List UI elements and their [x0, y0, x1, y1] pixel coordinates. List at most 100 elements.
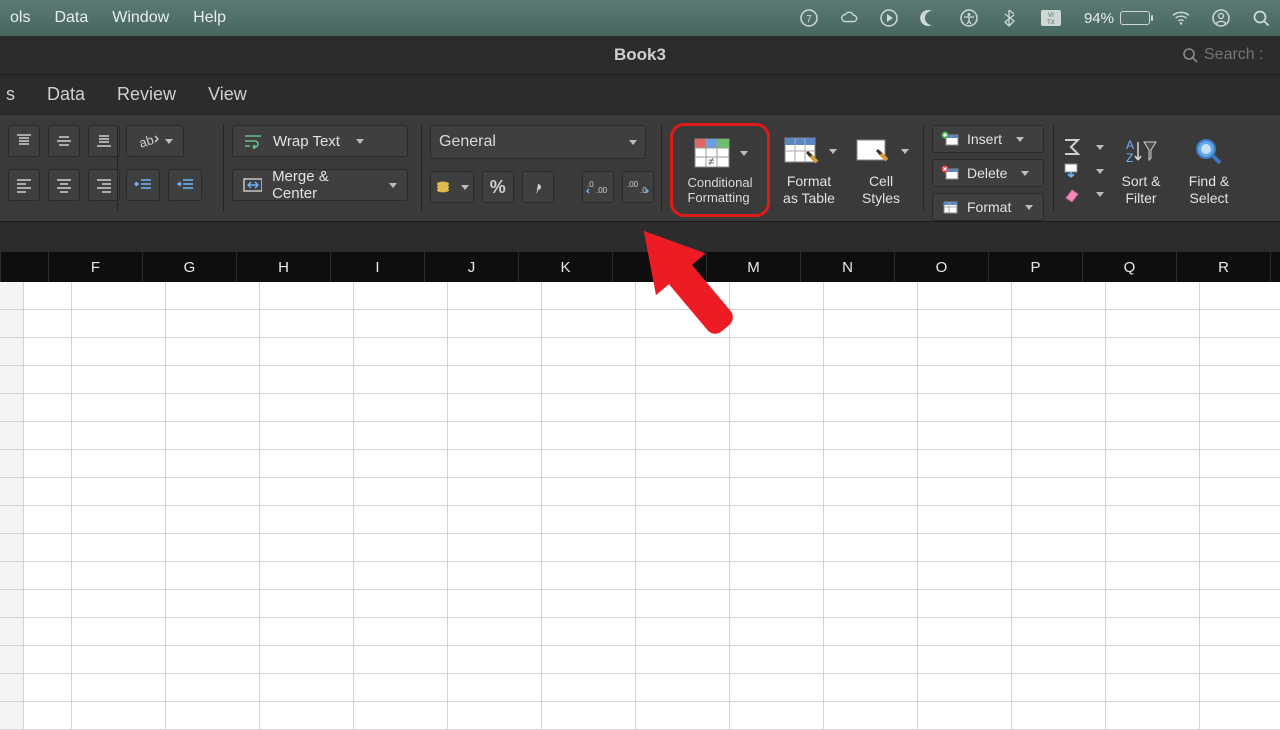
cell[interactable] — [260, 646, 354, 673]
play-icon[interactable] — [880, 9, 898, 27]
cell[interactable] — [260, 562, 354, 589]
align-middle-button[interactable] — [48, 125, 80, 157]
column-header[interactable]: H — [237, 252, 331, 282]
cell[interactable] — [448, 506, 542, 533]
cell[interactable] — [166, 394, 260, 421]
cell[interactable] — [636, 646, 730, 673]
cell[interactable] — [1012, 674, 1106, 701]
percent-button[interactable]: % — [482, 171, 514, 203]
cell[interactable] — [1106, 394, 1200, 421]
cell[interactable] — [260, 310, 354, 337]
cell[interactable] — [354, 338, 448, 365]
tab-partial[interactable]: s — [4, 80, 17, 109]
cell[interactable] — [636, 562, 730, 589]
cell[interactable] — [636, 534, 730, 561]
cell[interactable] — [72, 702, 166, 729]
cell[interactable] — [918, 282, 1012, 309]
fill-button[interactable] — [1062, 162, 1104, 180]
cell[interactable] — [166, 310, 260, 337]
cell[interactable] — [636, 478, 730, 505]
cell[interactable] — [1106, 702, 1200, 729]
cell[interactable] — [72, 450, 166, 477]
ribbon-search[interactable] — [1168, 36, 1280, 74]
spreadsheet-grid[interactable] — [0, 282, 1280, 720]
cell[interactable] — [636, 702, 730, 729]
cell[interactable] — [542, 338, 636, 365]
column-header[interactable]: S — [1271, 252, 1280, 282]
find-select-button[interactable]: Find &Select — [1178, 123, 1240, 217]
cell[interactable] — [260, 702, 354, 729]
cell[interactable] — [354, 310, 448, 337]
merge-center-button[interactable]: Merge & Center — [232, 169, 408, 201]
cell[interactable] — [636, 338, 730, 365]
column-header-partial[interactable] — [1, 252, 49, 282]
cell[interactable] — [1106, 534, 1200, 561]
column-header[interactable]: I — [331, 252, 425, 282]
cell[interactable] — [166, 702, 260, 729]
cell[interactable] — [1200, 478, 1280, 505]
cell[interactable] — [1200, 702, 1280, 729]
increase-decimal-button[interactable]: .0.00 — [582, 171, 614, 203]
cell[interactable] — [542, 450, 636, 477]
cell[interactable] — [918, 646, 1012, 673]
cell[interactable] — [1200, 366, 1280, 393]
cell[interactable] — [166, 282, 260, 309]
accessibility-icon[interactable] — [960, 9, 978, 27]
cell[interactable] — [730, 618, 824, 645]
cell[interactable] — [260, 618, 354, 645]
cell[interactable] — [542, 562, 636, 589]
cell[interactable] — [354, 590, 448, 617]
cell[interactable] — [542, 366, 636, 393]
cell[interactable] — [1106, 478, 1200, 505]
cell[interactable] — [1012, 478, 1106, 505]
cell[interactable] — [1200, 534, 1280, 561]
cell[interactable] — [448, 674, 542, 701]
cell[interactable] — [824, 534, 918, 561]
align-right-button[interactable] — [88, 169, 120, 201]
cell[interactable] — [824, 590, 918, 617]
cell[interactable] — [542, 394, 636, 421]
cell[interactable] — [730, 702, 824, 729]
cell[interactable] — [166, 422, 260, 449]
battery-status[interactable]: 94% — [1084, 10, 1150, 27]
column-header[interactable]: K — [519, 252, 613, 282]
cell[interactable] — [542, 478, 636, 505]
cell[interactable] — [1012, 590, 1106, 617]
align-center-button[interactable] — [48, 169, 80, 201]
cell[interactable] — [918, 450, 1012, 477]
cell[interactable] — [448, 590, 542, 617]
bluetooth-icon[interactable] — [1000, 9, 1018, 27]
cell[interactable] — [354, 674, 448, 701]
cell[interactable] — [918, 506, 1012, 533]
cell[interactable] — [354, 506, 448, 533]
cell[interactable] — [354, 478, 448, 505]
clear-button[interactable] — [1062, 186, 1104, 202]
cell[interactable] — [1200, 422, 1280, 449]
cell[interactable] — [542, 282, 636, 309]
cell[interactable] — [1106, 646, 1200, 673]
cell[interactable] — [542, 674, 636, 701]
conditional-formatting-button[interactable]: ≠ ConditionalFormatting — [670, 123, 770, 217]
cell[interactable] — [730, 450, 824, 477]
cell[interactable] — [1012, 450, 1106, 477]
cell[interactable] — [730, 674, 824, 701]
number-format-select[interactable]: General — [430, 125, 646, 159]
cell[interactable] — [166, 562, 260, 589]
cell[interactable] — [448, 338, 542, 365]
cell[interactable] — [72, 282, 166, 309]
cell[interactable] — [260, 338, 354, 365]
cell[interactable] — [354, 534, 448, 561]
cell[interactable] — [354, 394, 448, 421]
cell[interactable] — [72, 618, 166, 645]
cell[interactable] — [918, 338, 1012, 365]
cell[interactable] — [166, 646, 260, 673]
cell[interactable] — [166, 338, 260, 365]
cell[interactable] — [448, 282, 542, 309]
cell[interactable] — [166, 618, 260, 645]
column-header[interactable]: O — [895, 252, 989, 282]
cell[interactable] — [824, 422, 918, 449]
cell[interactable] — [824, 506, 918, 533]
cell[interactable] — [542, 310, 636, 337]
cell[interactable] — [636, 422, 730, 449]
cell[interactable] — [72, 590, 166, 617]
